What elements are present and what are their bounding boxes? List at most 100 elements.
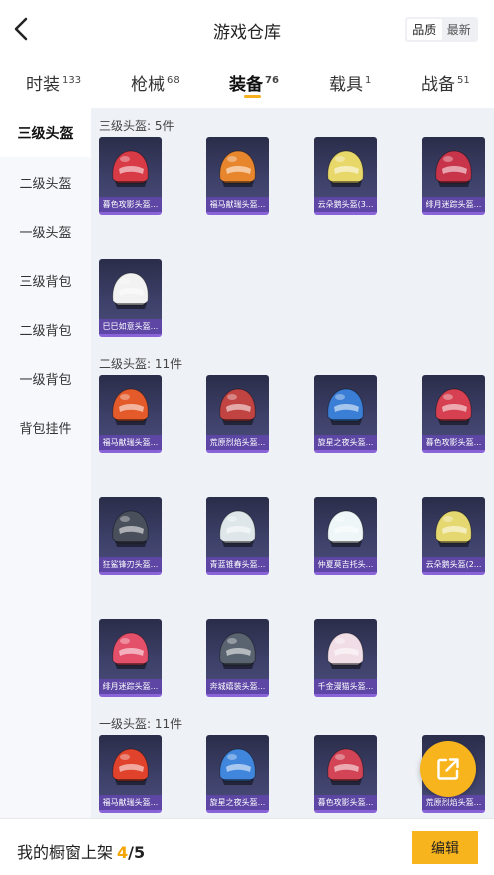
helmet-icon: [219, 388, 256, 425]
tab-count: 1: [365, 75, 372, 87]
helmet-icon: [112, 272, 149, 309]
helmet-icon: [219, 748, 256, 785]
warehouse-screen: 游戏仓库 品质 最新 时装 133 枪械 68 装备 76 载具 1 战备 51 三级头盔…: [0, 0, 494, 875]
helmet-icon: [219, 632, 256, 669]
item-card[interactable]: 奔城嬉装头盔...: [206, 619, 269, 697]
helmet-icon: [327, 150, 364, 187]
showcase-status: 我的橱窗上架 4/5: [17, 839, 145, 863]
item-name: 福马献瑞头盔...: [206, 197, 269, 212]
showcase-max-count: 5: [134, 843, 146, 862]
item-name: 绯月迷踪头盔...: [422, 197, 485, 212]
item-card[interactable]: 旋星之夜头盔...: [314, 375, 377, 453]
tab-count: 76: [265, 75, 279, 87]
helmet-icon: [219, 150, 256, 187]
share-button[interactable]: [420, 741, 476, 797]
item-name: 福马献瑞头盔...: [99, 795, 162, 810]
item-name: 绯月迷踪头盔...: [99, 679, 162, 694]
item-name: 福马献瑞头盔...: [99, 435, 162, 450]
bottom-bar: 我的橱窗上架 4/5 编辑: [0, 818, 494, 875]
item-name: 旋星之夜头盔...: [206, 795, 269, 810]
share-external-icon: [437, 758, 459, 780]
item-name: 云朵鹅头盔(2...: [422, 557, 485, 572]
item-card[interactable]: 福马献瑞头盔...: [99, 375, 162, 453]
item-card[interactable]: 暮色攻影头盔...: [314, 735, 377, 813]
sidebar-item-level2-helmet[interactable]: 二级头盔: [0, 158, 91, 207]
tab-label: 枪械: [131, 75, 165, 95]
item-name: 千金漫猫头盔...: [314, 679, 377, 694]
tab-equipment[interactable]: 装备 76: [229, 70, 279, 95]
item-card[interactable]: 千金漫猫头盔...: [314, 619, 377, 697]
item-name: 奔城嬉装头盔...: [206, 679, 269, 694]
item-card[interactable]: 旋星之夜头盔...: [206, 735, 269, 813]
sidebar-item-level1-backpack[interactable]: 一级背包: [0, 354, 91, 403]
tab-label: 战备: [421, 75, 455, 95]
helmet-icon: [435, 388, 472, 425]
item-card[interactable]: 仲夏莫吉托头...: [314, 497, 377, 575]
helmet-icon: [112, 388, 149, 425]
item-name: 巳巳如意头盔...: [99, 319, 162, 334]
helmet-icon: [219, 510, 256, 547]
sidebar: 三级头盔 二级头盔 一级头盔 三级背包 二级背包 一级背包 背包挂件: [0, 108, 91, 818]
item-card[interactable]: 巳巳如意头盔...: [99, 259, 162, 337]
tab-count: 51: [457, 75, 470, 87]
active-tab-indicator: [244, 95, 261, 98]
section-title: 三级头盔: 5件: [99, 119, 175, 133]
category-tabs: 时装 133 枪械 68 装备 76 载具 1 战备 51: [0, 58, 494, 108]
tab-count: 133: [62, 75, 82, 87]
sidebar-item-level3-backpack[interactable]: 三级背包: [0, 256, 91, 305]
tab-label: 载具: [329, 75, 363, 95]
item-name: 狂鲨锋刃头盔...: [99, 557, 162, 572]
helmet-icon: [435, 150, 472, 187]
sort-option-latest[interactable]: 最新: [442, 19, 477, 40]
sort-toggle: 品质 最新: [405, 17, 478, 42]
item-card[interactable]: 暮色攻影头盔...: [422, 375, 485, 453]
item-card[interactable]: 暮色攻影头盔...: [99, 137, 162, 215]
header: 游戏仓库 品质 最新: [0, 0, 494, 58]
tab-count: 68: [167, 75, 180, 87]
item-name: 青蓝锥春头盔...: [206, 557, 269, 572]
showcase-label: 我的橱窗上架: [17, 843, 114, 862]
item-card[interactable]: 狂鲨锋刃头盔...: [99, 497, 162, 575]
helmet-icon: [112, 150, 149, 187]
item-name: 旋星之夜头盔...: [314, 435, 377, 450]
item-card[interactable]: 荒原烈焰头盔...: [206, 375, 269, 453]
tab-fashion[interactable]: 时装 133: [26, 70, 81, 95]
helmet-icon: [327, 388, 364, 425]
item-card[interactable]: 云朵鹅头盔(2...: [422, 497, 485, 575]
item-name: 暮色攻影头盔...: [422, 435, 485, 450]
helmet-icon: [327, 632, 364, 669]
helmet-icon: [112, 748, 149, 785]
item-grid: 三级头盔: 5件 暮色攻影头盔... 福马献瑞头盔... 云朵鹅头盔(3... 绯月迷踪…: [91, 108, 494, 818]
item-name: 荒原烈焰头盔...: [206, 435, 269, 450]
helmet-icon: [112, 632, 149, 669]
tab-supplies[interactable]: 战备 51: [421, 70, 470, 95]
item-card[interactable]: 云朵鹅头盔(3...: [314, 137, 377, 215]
edit-button[interactable]: 编辑: [412, 831, 478, 864]
item-card[interactable]: 青蓝锥春头盔...: [206, 497, 269, 575]
item-card[interactable]: 福马献瑞头盔...: [99, 735, 162, 813]
item-card[interactable]: 绯月迷踪头盔...: [99, 619, 162, 697]
item-name: 仲夏莫吉托头...: [314, 557, 377, 572]
item-name: 暮色攻影头盔...: [99, 197, 162, 212]
tab-vehicles[interactable]: 载具 1: [329, 70, 371, 95]
helmet-icon: [327, 510, 364, 547]
showcase-current-count: 4: [117, 843, 129, 862]
sidebar-item-level3-helmet[interactable]: 三级头盔: [0, 108, 91, 157]
section-title: 二级头盔: 11件: [99, 357, 183, 371]
item-card[interactable]: 绯月迷踪头盔...: [422, 137, 485, 215]
helmet-icon: [327, 748, 364, 785]
helmet-icon: [435, 510, 472, 547]
item-card[interactable]: 福马献瑞头盔...: [206, 137, 269, 215]
tab-label: 装备: [229, 75, 263, 95]
sidebar-item-backpack-pendant[interactable]: 背包挂件: [0, 403, 91, 452]
sort-option-quality[interactable]: 品质: [407, 19, 442, 40]
section-title: 一级头盔: 11件: [99, 717, 183, 731]
item-name: 荒原烈焰头盔...: [422, 795, 485, 810]
helmet-icon: [112, 510, 149, 547]
tab-label: 时装: [26, 75, 60, 95]
sidebar-item-level2-backpack[interactable]: 二级背包: [0, 305, 91, 354]
item-name: 云朵鹅头盔(3...: [314, 197, 377, 212]
tab-guns[interactable]: 枪械 68: [131, 70, 180, 95]
item-name: 暮色攻影头盔...: [314, 795, 377, 810]
sidebar-item-level1-helmet[interactable]: 一级头盔: [0, 207, 91, 256]
